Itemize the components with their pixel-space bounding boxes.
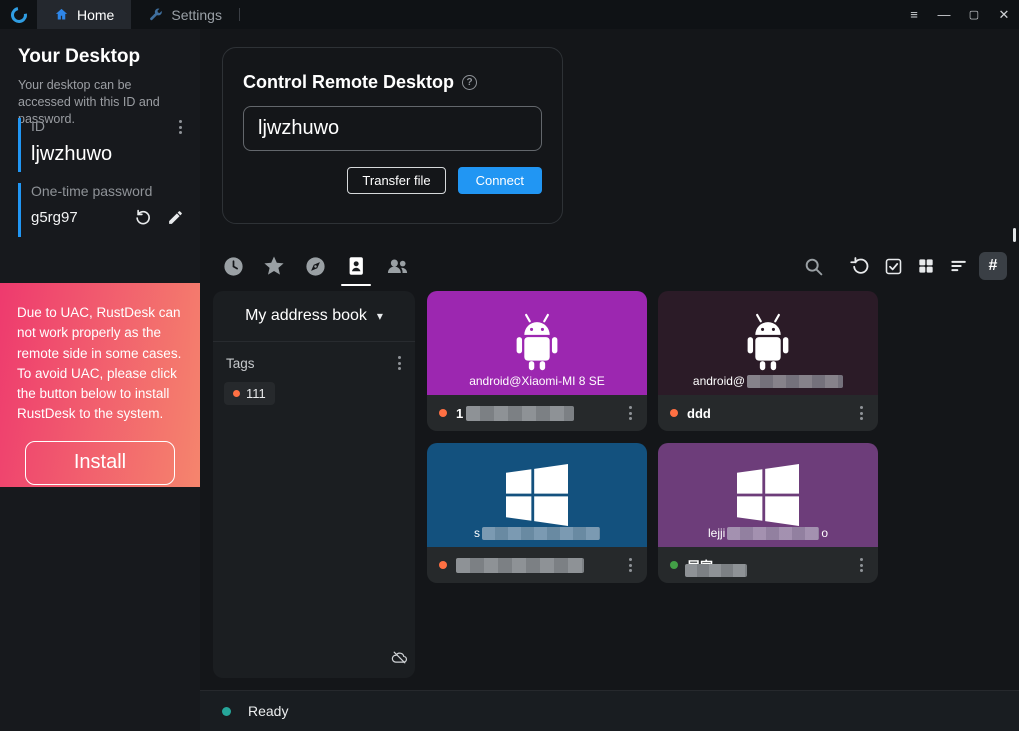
device-id-value: ljwzhuwo — [31, 143, 188, 166]
peer-card-footer: ddd — [658, 395, 878, 431]
cloud-off-icon[interactable] — [391, 649, 408, 671]
password-value: g5rg97 — [31, 209, 134, 226]
main-area: Control Remote Desktop ? Transfer file C… — [200, 29, 1019, 731]
android-icon — [508, 307, 566, 379]
android-icon — [739, 307, 797, 379]
recent-sessions-icon[interactable] — [220, 253, 246, 279]
redacted-text — [747, 375, 843, 388]
refresh-password-icon[interactable] — [134, 208, 152, 226]
select-checkbox-icon[interactable] — [880, 253, 906, 279]
peer-card-android-ddd[interactable]: android@ ddd — [658, 291, 878, 431]
connection-status-dot — [222, 707, 231, 716]
sort-icon[interactable] — [946, 253, 972, 279]
edit-password-icon[interactable] — [167, 208, 184, 226]
id-label: ID — [31, 118, 45, 134]
close-icon[interactable]: ✕ — [989, 0, 1019, 29]
address-book-tab-icon[interactable] — [343, 253, 369, 279]
peer-card-windows-blue[interactable]: s — [427, 443, 647, 583]
peer-name: 1 — [456, 406, 574, 421]
redacted-text — [456, 558, 584, 573]
window-controls: ≡ — ▢ ✕ — [899, 0, 1019, 29]
redacted-text — [685, 564, 747, 577]
peer-menu-icon[interactable] — [623, 404, 638, 422]
chevron-down-icon: ▾ — [377, 309, 383, 323]
peer-card-windows-purple[interactable]: lejjio 居家 — [658, 443, 878, 583]
peer-cards-grid: android@Xiaomi-MI 8 SE 1 — [427, 291, 878, 583]
minimize-icon[interactable]: — — [929, 0, 959, 29]
status-bar: Ready — [200, 690, 1019, 731]
transfer-file-button[interactable]: Transfer file — [347, 167, 445, 194]
control-remote-desktop-title: Control Remote Desktop — [243, 72, 454, 93]
wrench-icon — [148, 7, 163, 22]
connection-status-text: Ready — [248, 703, 288, 719]
group-icon[interactable] — [384, 253, 410, 279]
redacted-text — [727, 527, 819, 540]
peers-toolbar: # — [220, 250, 1007, 282]
status-dot — [439, 561, 447, 569]
maximize-icon[interactable]: ▢ — [959, 0, 989, 29]
id-menu-icon[interactable] — [173, 118, 188, 136]
id-block: ID ljwzhuwo — [18, 118, 188, 172]
windows-icon — [506, 464, 568, 526]
peer-menu-icon[interactable] — [854, 404, 869, 422]
uac-warning-card: Due to UAC, RustDesk can not work proper… — [0, 283, 200, 487]
peer-hostname: android@ — [658, 374, 878, 388]
rustdesk-logo-icon — [7, 3, 29, 25]
peer-hostname: android@Xiaomi-MI 8 SE — [427, 374, 647, 388]
id-filter-toggle-icon[interactable]: # — [979, 252, 1007, 280]
peer-name — [456, 558, 584, 573]
address-book-name: My address book — [245, 307, 367, 325]
peer-card-footer — [427, 547, 647, 583]
uac-warning-text: Due to UAC, RustDesk can not work proper… — [17, 303, 183, 425]
tab-settings[interactable]: Settings — [131, 0, 239, 29]
tags-label: Tags — [226, 356, 255, 371]
search-icon[interactable] — [800, 253, 826, 279]
tab-divider — [239, 8, 240, 21]
peer-card-footer: 居家 — [658, 547, 878, 583]
peer-hostname: s — [427, 526, 647, 540]
password-label: One-time password — [31, 183, 152, 199]
password-block: One-time password g5rg97 — [18, 183, 188, 237]
scrollbar[interactable] — [1013, 228, 1016, 242]
discovered-icon[interactable] — [302, 253, 328, 279]
remote-id-input[interactable] — [243, 106, 542, 151]
tab-settings-label: Settings — [171, 7, 222, 23]
rustdesk-window: Home Settings ≡ — ▢ ✕ Your Desktop Your … — [0, 0, 1019, 731]
titlebar: Home Settings ≡ — ▢ ✕ — [0, 0, 1019, 29]
windows-icon — [737, 464, 799, 526]
menu-icon[interactable]: ≡ — [899, 0, 929, 29]
control-remote-desktop-card: Control Remote Desktop ? Transfer file C… — [222, 47, 563, 224]
address-book-panel: My address book ▾ Tags 111 — [213, 291, 415, 678]
tag-dot — [233, 390, 240, 397]
peer-card-footer: 1 — [427, 395, 647, 431]
help-icon[interactable]: ? — [462, 75, 477, 90]
peer-name: 居家 — [687, 556, 713, 575]
tab-home[interactable]: Home — [37, 0, 131, 29]
redacted-text — [482, 527, 600, 540]
tab-home-label: Home — [77, 7, 114, 23]
app-logo — [0, 0, 37, 29]
peer-hostname: lejjio — [658, 526, 878, 540]
peer-menu-icon[interactable] — [623, 556, 638, 574]
peer-name: ddd — [687, 406, 711, 421]
address-book-selector[interactable]: My address book ▾ — [213, 291, 415, 342]
tag-chip-111[interactable]: 111 — [224, 382, 275, 405]
sidebar: Your Desktop Your desktop can be accesse… — [0, 29, 200, 731]
status-dot — [670, 561, 678, 569]
refresh-peers-icon[interactable] — [847, 253, 873, 279]
your-desktop-title: Your Desktop — [18, 46, 140, 68]
install-button[interactable]: Install — [25, 441, 175, 485]
status-dot — [439, 409, 447, 417]
status-dot — [670, 409, 678, 417]
redacted-text — [466, 406, 574, 421]
peer-menu-icon[interactable] — [854, 556, 869, 574]
peer-card-android-xiaomi[interactable]: android@Xiaomi-MI 8 SE 1 — [427, 291, 647, 431]
home-icon — [54, 7, 69, 22]
connect-button[interactable]: Connect — [458, 167, 542, 194]
tags-menu-icon[interactable] — [392, 354, 407, 372]
grid-view-icon[interactable] — [913, 253, 939, 279]
favorites-icon[interactable] — [261, 253, 287, 279]
